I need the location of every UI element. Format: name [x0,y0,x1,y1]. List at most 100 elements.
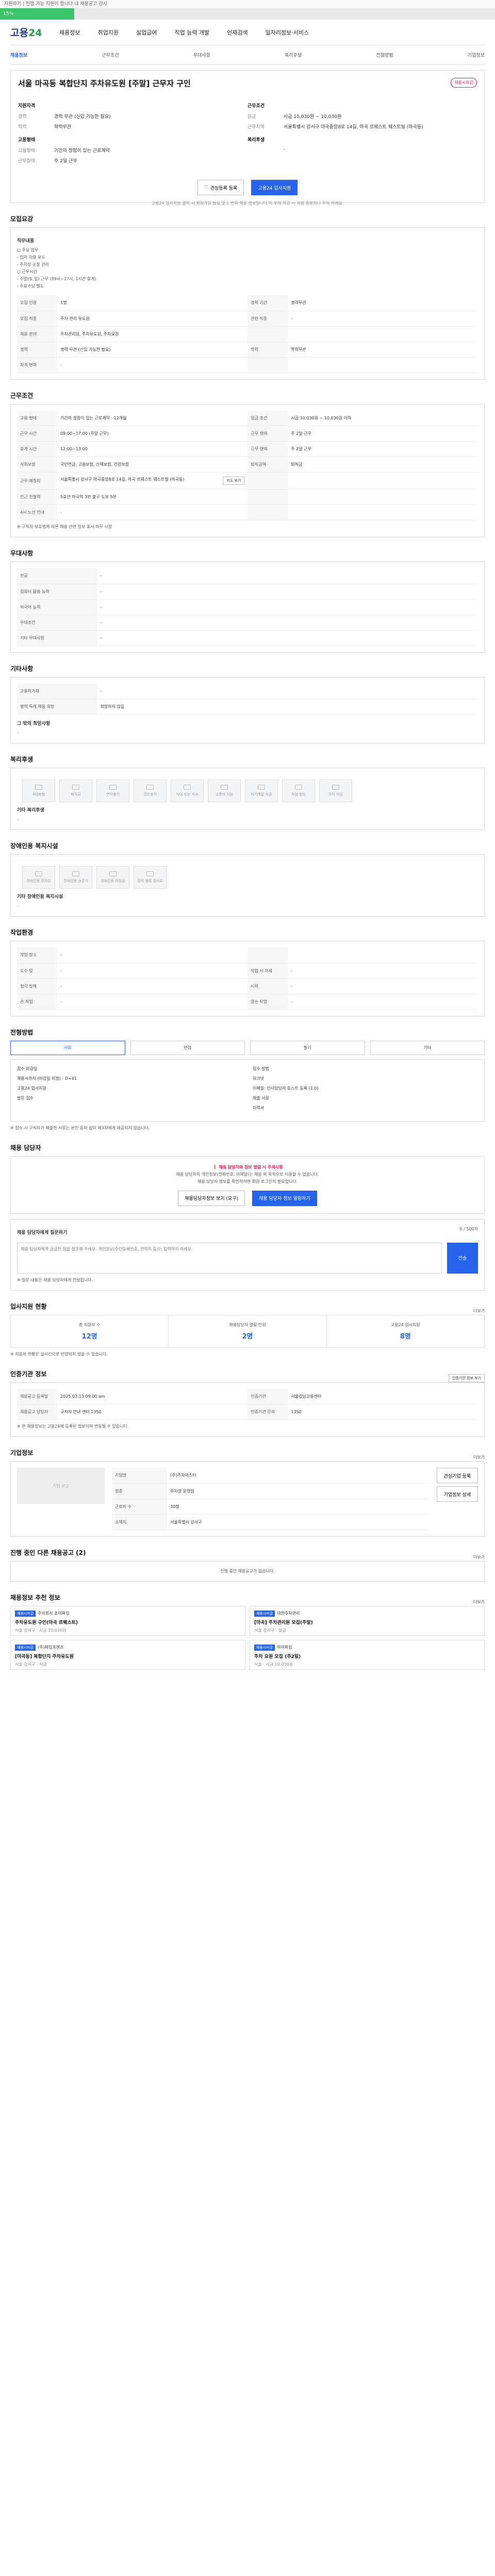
summary-row: - [248,147,477,152]
gnb-menu-item[interactable]: 실업급여 [136,28,157,37]
table-value [288,489,478,505]
method-option[interactable]: 기타 [370,1040,485,1055]
warning-title-text: 채용 담당자와 정보 열람 시 주의사항 [219,1164,283,1170]
welfare-label: 연차휴가 [106,792,120,796]
table-value: - [57,963,248,979]
recommend-meta: 서울 강서구 · 시급 [15,1662,47,1667]
progress-bar: 15% [0,8,495,20]
recommend-more-link[interactable]: 더보기 [473,1599,485,1606]
apply-button[interactable]: 고용24 입사지원 [251,180,298,195]
gnb-menu-item[interactable]: 채용정보 [59,28,80,37]
method-option[interactable]: 서류 [10,1040,125,1055]
company-follow-button[interactable]: 관심기업 등록 [437,1468,478,1483]
summary-value: 기간의 정함이 있는 근로계약 [54,148,110,154]
welfare-label: 식대 또는 식사 [176,792,199,796]
tab-4[interactable]: 전형방법 [376,52,393,58]
disabled-note-heading: 기타 장애인용 복지시설 [17,894,63,900]
duty-line: ○ 주요 업무 [17,248,39,252]
gnb-menu-item[interactable]: 일자리정보·서비스 [266,28,309,37]
table-value: 주차관리원, 주차유도원, 주차요원 [57,326,248,342]
welfare-icon [109,871,117,876]
duty-line: - 주차장 순찰 관리 [17,262,50,267]
table-row: 자격 면허 - [17,357,478,373]
table-value: - [57,947,248,963]
company-detail-button[interactable]: 기업정보 상세 [437,1486,478,1502]
table-value: - [288,994,478,1010]
disabled-note: - [17,904,19,908]
welfare-item: 퇴직금 [59,779,92,802]
welfare-label: 점자 블록 경사로 [137,879,163,883]
recommend-title: 주차유도원 구인(마곡 르웨스트) [15,1620,78,1625]
welfare-grid: 4대보험 퇴직금 연차휴가 경조휴가 식대 또는 식사 교통비 지원 자기계발 지원 직원 할… [22,779,478,802]
welfare-title: 복리후생 [10,756,34,763]
method-option[interactable]: 필기 [250,1040,365,1055]
table-row: 근무 시간 09:00~17:00 (주말 근무) 근무 형태 주 2일 근무 [17,426,478,442]
welfare-item: 4대보험 [22,779,55,802]
summary-row: 고용형태 기간의 정함이 있는 근로계약 [18,147,248,154]
cond-footnote: ※ 구직자 보호법에 따른 채용 관련 정보 표시 의무 사항 [17,524,112,529]
contact-view-button[interactable]: 채용담당자정보 보기 (요구) [178,1190,245,1206]
recommend-title: 채용정보 추천 정보 [10,1594,60,1601]
tab-0[interactable]: 채용정보 [10,52,27,58]
tab-2[interactable]: 우대사항 [193,52,210,58]
inquiry-send-button[interactable]: 전송 [447,1242,478,1274]
recommend-card[interactable]: 채용시마감 하이파킹 주차 요원 모집 (주2일) 서울 · 시급 10,030원 [250,1639,485,1670]
table-row: 채용공고 담당자 구직자 안내 센터 1350 인증기관 문의 1350 [17,1404,478,1420]
recommend-card[interactable]: 채용시마감 주식회사 조이파킹 주차유도원 구인(마곡 르웨스트) 서울 강서구 · … [10,1605,245,1636]
stat-value: 2명 [242,1332,253,1341]
contact-open-button[interactable]: 채용 담당자 정보 열람하기 [252,1190,317,1206]
welfare-label: 교통비 지원 [215,792,234,796]
recommend-list: 채용시마감 주식회사 조이파킹 주차유도원 구인(마곡 르웨스트) 서울 강서구 · … [10,1605,485,1670]
welfare-item: 교통비 지원 [208,779,241,802]
stat-item: 고용24 입사지원 8명 [327,1315,484,1347]
gnb-menu-item[interactable]: 인재검색 [227,28,248,37]
stats-more-link[interactable]: 더보기 [473,1308,485,1315]
recommend-card[interactable]: 채용시마감 (주)파킹프렌즈 [마곡동] 복합단지 주차유도원 서울 강서구 · 시급 [10,1639,245,1670]
tab-3[interactable]: 복리후생 [285,52,302,58]
table-value: 서울특별시 강서구 [167,1514,430,1530]
table-key [248,489,288,505]
table-row: 청각 장해 - 시력 - [17,978,478,994]
inquiry-count: 0 / 500자 [459,1226,478,1231]
tab-5[interactable]: 기업정보 [468,52,485,58]
progress-fill: 15% [0,8,74,20]
recommend-head: 채용시마감 (주)파킹프렌즈 [15,1644,241,1651]
map-button[interactable]: 지도 보기 [223,477,245,485]
table-key [248,504,288,520]
recommend-tag: 채용시마감 [15,1644,36,1651]
table-key: 경력 [17,342,58,358]
stats-title: 입사지원 현황 [10,1302,47,1310]
method-title: 전형방법 [10,1028,34,1036]
summary-value: 서울특별시 강서구 마곡중앙8로 14길, 마곡 르웨스트 웨스트빌 (마곡동) [284,125,423,130]
warning-line: 채용 담당자 정보를 확인하려면 회원 로그인이 필요합니다. [197,1179,298,1184]
table-value: - [57,994,248,1010]
tab-1[interactable]: 근무조건 [102,52,119,58]
duty-text: ○ 주요 업무 - 입차 차량 유도 - 주차장 순찰 관리 ○ 근무시간 - … [17,247,478,290]
welfare-item: 연차휴가 [96,779,129,802]
table-value: - [288,963,478,979]
recommend-company: 하이파킹 [277,1645,292,1650]
other-jobs-title-text: 진행 중인 다른 채용공고 [10,1549,74,1556]
table-value: - [57,978,248,994]
table-value: - [97,599,478,615]
table-key: 업종 [112,1483,168,1499]
welfare-item: 장애인용 주차장 [22,866,55,889]
recommend-card[interactable]: 채용시마감 대한주차관리 [마곡] 주차관리원 모집(주말) 서울 강서구 · 월급 [250,1605,485,1636]
welfare-label: 경조휴가 [143,792,157,796]
inquiry-input[interactable] [17,1242,442,1274]
table-row: 손 작업 - 양손 작업 - [17,994,478,1010]
company-more-link[interactable]: 더보기 [473,1454,485,1461]
summary-row: 근무형태 주 2일 근무 [18,157,248,164]
table-key: 양손 작업 [247,994,288,1010]
gnb-menu-item[interactable]: 취업지원 [97,28,118,37]
gnb-menu-item[interactable]: 직업 능력 개발 [174,28,209,37]
cert-title: 인증기관 정보 [10,1370,47,1378]
other-jobs-more-link[interactable]: 더보기 [473,1554,485,1561]
pref-title: 우대사항 [10,550,34,557]
method-option[interactable]: 면접 [130,1040,245,1055]
site-logo[interactable]: 고용24 [10,25,59,39]
table-key: 학력 [248,342,288,358]
table-value: - [288,978,478,994]
cert-info-button[interactable]: 인증기관 정보 보기 [449,1374,485,1382]
save-button[interactable]: ♡ 관심등록 등록 [197,180,244,195]
